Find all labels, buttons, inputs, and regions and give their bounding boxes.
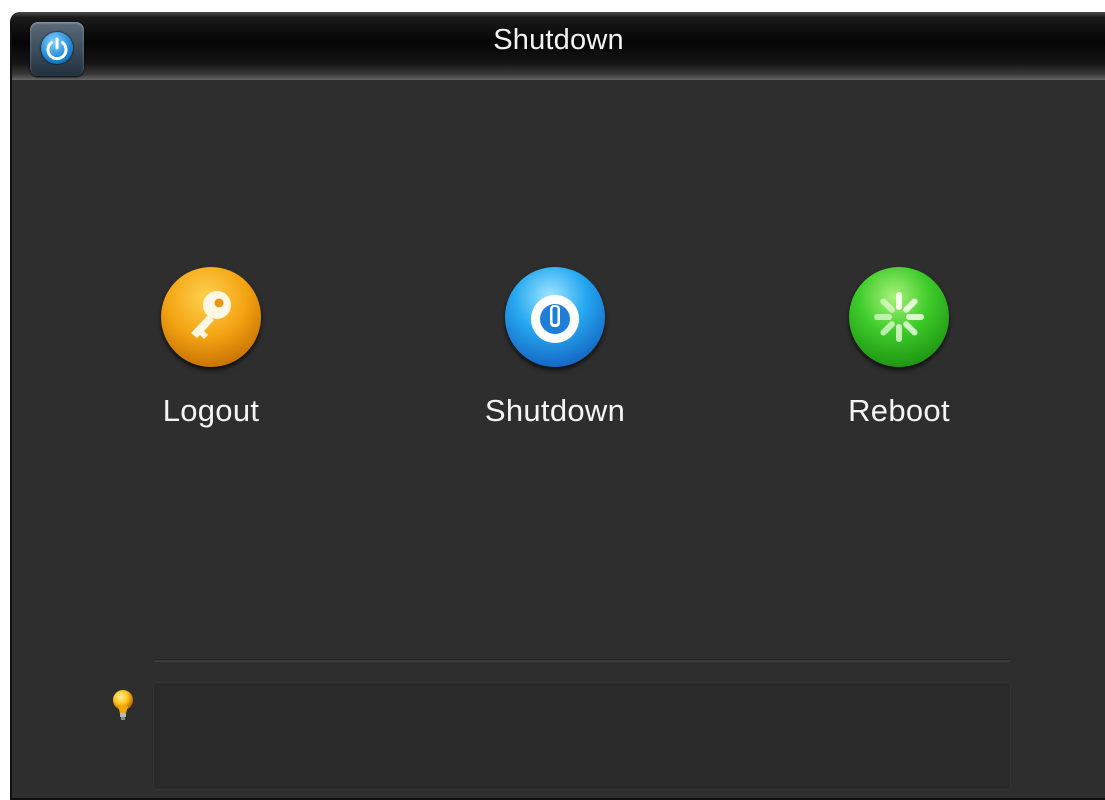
shutdown-button[interactable]: Shutdown (455, 267, 655, 429)
divider (155, 659, 1010, 662)
shutdown-circle (505, 267, 605, 367)
logout-button[interactable]: Logout (111, 267, 311, 429)
window-title: Shutdown (493, 24, 624, 56)
title-bar: Shutdown (12, 12, 1105, 80)
reboot-label: Reboot (848, 393, 950, 428)
power-icon (531, 295, 579, 343)
logout-circle (161, 267, 261, 367)
key-icon (191, 291, 231, 339)
logout-label: Logout (162, 393, 260, 428)
shutdown-label: Shutdown (484, 393, 626, 428)
reboot-circle (849, 267, 949, 367)
spinner-icon (874, 292, 924, 342)
tip-message-box (153, 682, 1011, 790)
lightbulb-icon (110, 687, 136, 727)
reboot-button[interactable]: Reboot (799, 267, 999, 429)
shutdown-dialog: Shutdown Logout Shutdown Reboot (10, 12, 1105, 800)
